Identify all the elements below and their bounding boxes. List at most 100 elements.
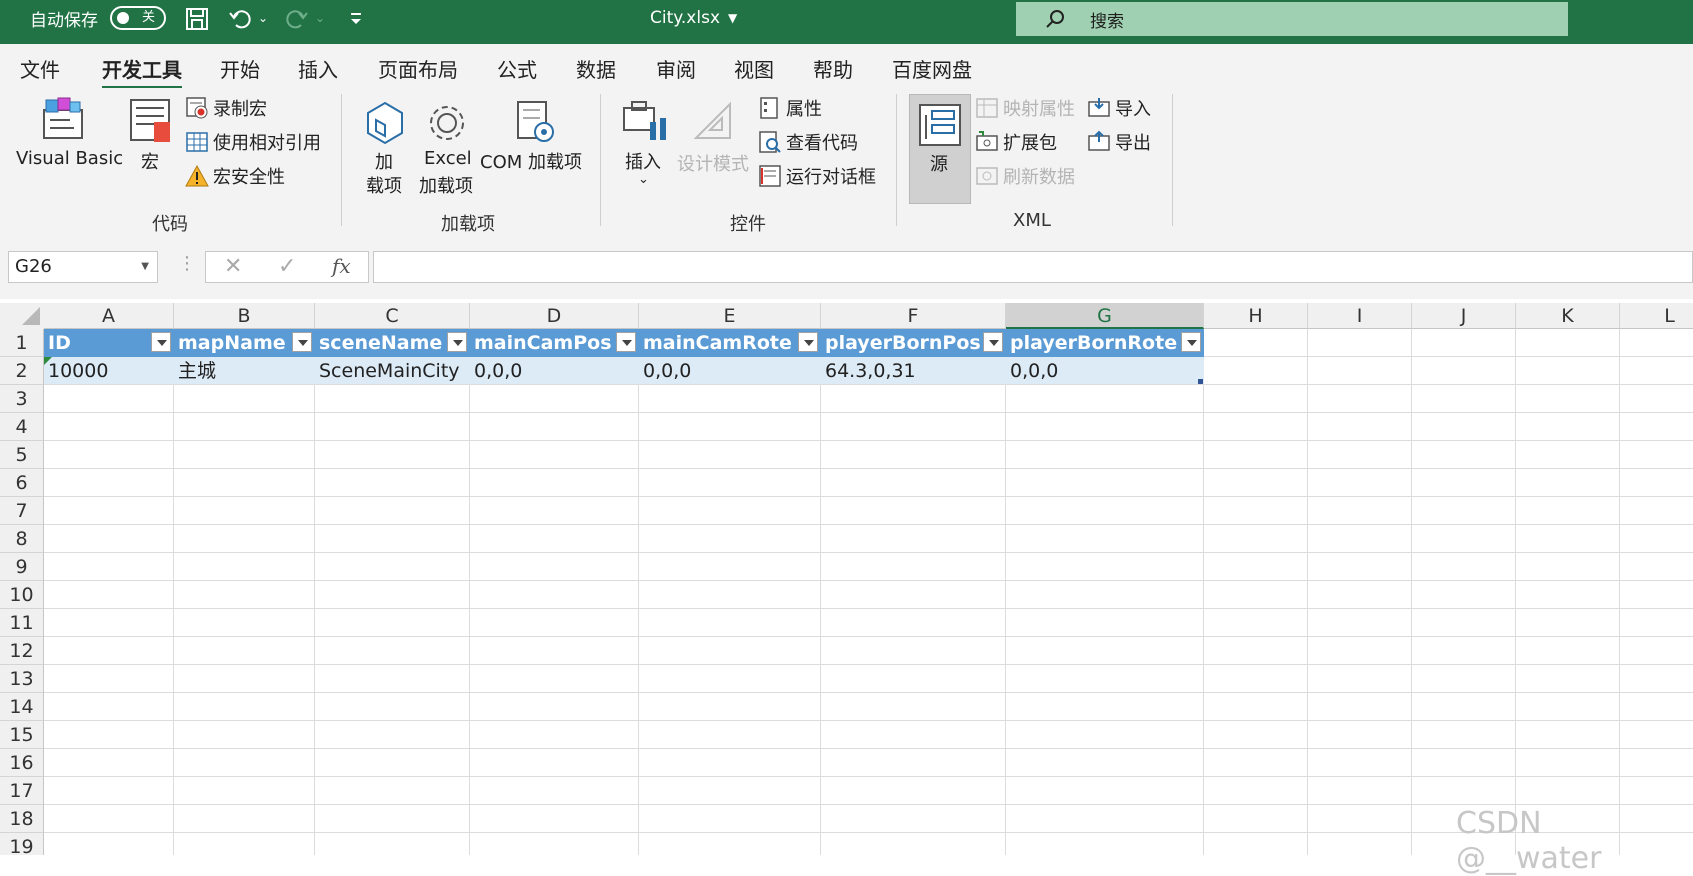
table-data-cell[interactable]: 主城 (174, 357, 315, 385)
grid-cell[interactable] (470, 469, 639, 497)
grid-cell[interactable] (821, 609, 1006, 637)
grid-cell[interactable] (1308, 665, 1412, 693)
grid-cell[interactable] (1006, 805, 1204, 833)
view-code-button[interactable]: 查看代码 (786, 129, 858, 155)
grid-cell[interactable] (44, 441, 174, 469)
grid-cell[interactable] (44, 553, 174, 581)
com-addins-icon[interactable] (512, 100, 558, 146)
grid-cell[interactable] (821, 777, 1006, 805)
grid-cell[interactable] (1620, 469, 1693, 497)
tab-formulas[interactable]: 公式 (497, 54, 537, 83)
grid-cell[interactable] (821, 469, 1006, 497)
name-box-dropdown-icon[interactable]: ▼ (141, 252, 149, 282)
redo-dropdown-icon[interactable]: ⌄ (315, 0, 325, 36)
row-header-17[interactable]: 17 (0, 777, 44, 805)
grid-cell[interactable] (174, 497, 315, 525)
grid-cell[interactable] (1620, 777, 1693, 805)
grid-cell[interactable] (174, 777, 315, 805)
grid-cell[interactable] (821, 385, 1006, 413)
grid-cell[interactable] (1516, 749, 1620, 777)
grid-cell[interactable] (639, 721, 821, 749)
excel-addins-label-1[interactable]: Excel (424, 148, 472, 169)
grid-cell[interactable] (1412, 721, 1516, 749)
excel-addins-gear-icon[interactable] (424, 100, 470, 146)
grid-cell[interactable] (821, 693, 1006, 721)
grid-cell[interactable] (1308, 609, 1412, 637)
grid-cell[interactable] (1516, 413, 1620, 441)
tab-view[interactable]: 视图 (734, 54, 774, 83)
row-header-10[interactable]: 10 (0, 581, 44, 609)
table-header-cell[interactable]: ID (44, 329, 174, 357)
table-header-cell[interactable]: playerBornPos (821, 329, 1006, 357)
grid-cell[interactable] (1620, 357, 1693, 385)
grid-cell[interactable] (1412, 441, 1516, 469)
grid-cell[interactable] (1308, 721, 1412, 749)
grid-cell[interactable] (1006, 833, 1204, 855)
row-header-16[interactable]: 16 (0, 749, 44, 777)
grid-cell[interactable] (470, 497, 639, 525)
grid-cell[interactable] (821, 441, 1006, 469)
grid-cell[interactable] (1204, 469, 1308, 497)
grid-cell[interactable] (174, 721, 315, 749)
insert-controls-label[interactable]: 插入 (625, 148, 661, 174)
grid-cell[interactable] (1204, 385, 1308, 413)
grid-cell[interactable] (1308, 497, 1412, 525)
grid-cell[interactable] (1006, 749, 1204, 777)
select-all-icon[interactable] (0, 303, 44, 329)
grid-cell[interactable] (639, 693, 821, 721)
macro-security-button[interactable]: 宏安全性 (213, 163, 285, 189)
grid-cell[interactable] (639, 525, 821, 553)
column-header-f[interactable]: F (821, 303, 1006, 329)
grid-cell[interactable] (1308, 637, 1412, 665)
grid-cell[interactable] (821, 553, 1006, 581)
grid-cell[interactable] (1516, 721, 1620, 749)
tab-data[interactable]: 数据 (576, 54, 616, 83)
grid-cell[interactable] (470, 721, 639, 749)
grid-cell[interactable] (174, 441, 315, 469)
grid-cell[interactable] (639, 441, 821, 469)
grid-cell[interactable] (44, 385, 174, 413)
grid-cell[interactable] (44, 609, 174, 637)
grid-cell[interactable] (1620, 497, 1693, 525)
grid-cell[interactable] (470, 553, 639, 581)
grid-cell[interactable] (1204, 609, 1308, 637)
grid-cell[interactable] (1308, 525, 1412, 553)
grid-cell[interactable] (470, 581, 639, 609)
grid-cell[interactable] (1412, 469, 1516, 497)
row-header-8[interactable]: 8 (0, 525, 44, 553)
grid-cell[interactable] (1516, 777, 1620, 805)
row-header-13[interactable]: 13 (0, 665, 44, 693)
addins-label-1[interactable]: 加 (375, 148, 393, 174)
grid-cell[interactable] (174, 525, 315, 553)
grid-cell[interactable] (1308, 749, 1412, 777)
grid-cell[interactable] (315, 721, 470, 749)
grid-cell[interactable] (1516, 581, 1620, 609)
row-header-1[interactable]: 1 (0, 329, 44, 357)
grid-cell[interactable] (1006, 413, 1204, 441)
grid-cell[interactable] (1204, 525, 1308, 553)
grid-cell[interactable] (1308, 357, 1412, 385)
grid-cell[interactable] (470, 385, 639, 413)
grid-cell[interactable] (470, 525, 639, 553)
grid-cell[interactable] (1308, 805, 1412, 833)
grid-cell[interactable] (821, 525, 1006, 553)
name-box[interactable]: G26 ▼ (8, 251, 158, 283)
record-macro-button[interactable]: 录制宏 (213, 95, 267, 121)
grid-cell[interactable] (1308, 413, 1412, 441)
grid-cell[interactable] (315, 693, 470, 721)
grid-cell[interactable] (1006, 497, 1204, 525)
grid-cell[interactable] (174, 637, 315, 665)
grid-cell[interactable] (1516, 525, 1620, 553)
filter-dropdown-icon[interactable] (983, 332, 1003, 352)
grid-cell[interactable] (44, 637, 174, 665)
grid-cell[interactable] (315, 777, 470, 805)
xml-import-button[interactable]: 导入 (1115, 95, 1151, 121)
filter-dropdown-icon[interactable] (798, 332, 818, 352)
macros-icon[interactable] (128, 98, 174, 144)
grid-cell[interactable] (470, 413, 639, 441)
design-mode-icon[interactable] (690, 98, 736, 144)
addins-label-2[interactable]: 载项 (366, 172, 402, 198)
customize-toolbar-icon[interactable] (348, 11, 364, 27)
macros-label[interactable]: 宏 (141, 148, 159, 174)
refresh-data-button[interactable]: 刷新数据 (1003, 163, 1075, 189)
